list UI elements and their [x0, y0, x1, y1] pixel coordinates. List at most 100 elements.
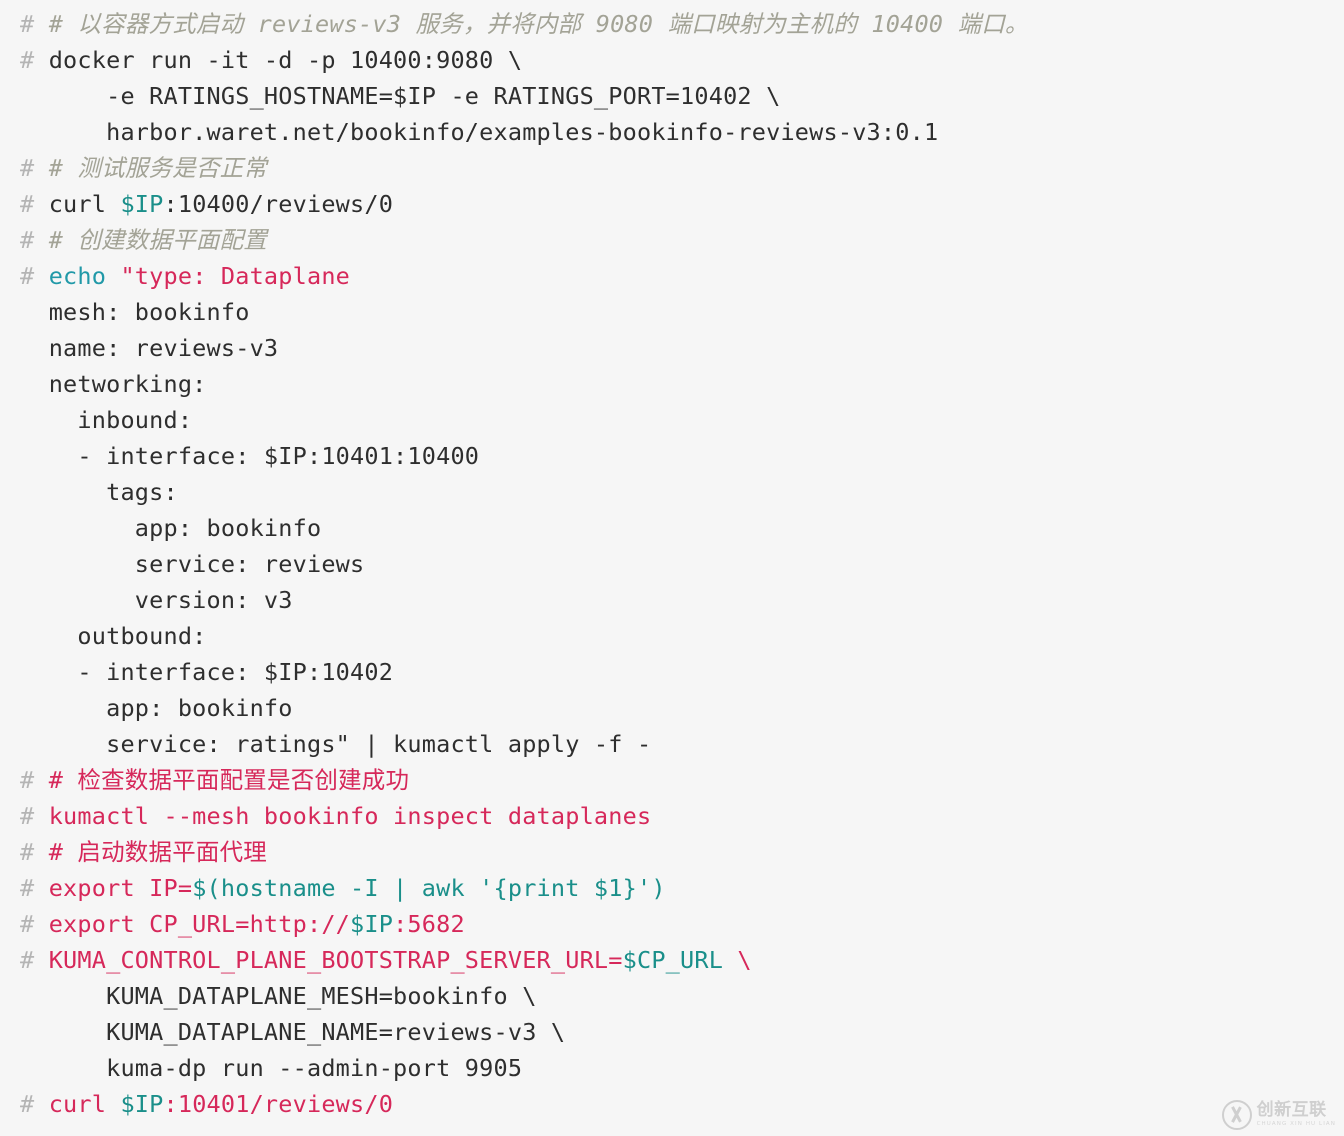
line-indent-spacer [20, 406, 49, 434]
code-line: kuma-dp run --admin-port 9905 [0, 1050, 1344, 1086]
line-indent-spacer [20, 982, 49, 1010]
code-token-cmd: export CP_URL=http:// [48, 910, 351, 938]
code-token-plain: -e RATINGS_HOSTNAME=$IP -e RATINGS_PORT=… [48, 82, 781, 110]
code-token-plain: curl [48, 190, 121, 218]
code-token-plain: docker run -it -d -p 10400:9080 \ [48, 46, 523, 74]
line-indent-spacer [20, 514, 49, 542]
line-indent-spacer [20, 118, 49, 146]
shell-prompt-symbol: # [20, 226, 49, 254]
code-line: # echo "type: Dataplane [0, 258, 1344, 294]
code-token-cmd: export IP= [48, 874, 193, 902]
shell-prompt-symbol: # [20, 10, 49, 38]
code-line: # kumactl --mesh bookinfo inspect datapl… [0, 798, 1344, 834]
line-indent-spacer [20, 442, 49, 470]
code-line: name: reviews-v3 [0, 330, 1344, 366]
code-line: # export IP=$(hostname -I | awk '{print … [0, 870, 1344, 906]
code-token-plain: KUMA_DATAPLANE_MESH=bookinfo \ [48, 982, 537, 1010]
code-token-plain: service: reviews [48, 550, 365, 578]
shell-prompt-symbol: # [20, 766, 49, 794]
line-indent-spacer [20, 730, 49, 758]
code-line: # export CP_URL=http://$IP:5682 [0, 906, 1344, 942]
code-line: # curl $IP:10401/reviews/0 [0, 1086, 1344, 1122]
code-token-plain: KUMA_DATAPLANE_NAME=reviews-v3 \ [48, 1018, 566, 1046]
code-token-var: $IP [350, 910, 394, 938]
line-indent-spacer [20, 298, 49, 326]
code-token-var: $CP_URL [622, 946, 724, 974]
line-indent-spacer [20, 694, 49, 722]
shell-prompt-symbol: # [20, 190, 49, 218]
line-indent-spacer [20, 370, 49, 398]
code-token-plain: kuma-dp run --admin-port 9905 [48, 1054, 523, 1082]
code-line: KUMA_DATAPLANE_MESH=bookinfo \ [0, 978, 1344, 1014]
code-line: - interface: $IP:10402 [0, 654, 1344, 690]
watermark-en-label: CHUANG XIN HU LIAN [1256, 1121, 1336, 1128]
code-token-plain: - interface: $IP:10401:10400 [48, 442, 480, 470]
shell-prompt-symbol: # [20, 46, 49, 74]
code-line: # KUMA_CONTROL_PLANE_BOOTSTRAP_SERVER_UR… [0, 942, 1344, 978]
watermark-logo-icon [1221, 1100, 1252, 1130]
line-indent-spacer [20, 622, 49, 650]
line-indent-spacer [20, 586, 49, 614]
line-indent-spacer [20, 478, 49, 506]
code-line: service: reviews [0, 546, 1344, 582]
shell-prompt-symbol: # [20, 838, 49, 866]
code-line: outbound: [0, 618, 1344, 654]
code-line: tags: [0, 474, 1344, 510]
shell-prompt-symbol: # [20, 802, 49, 830]
code-block: # # 以容器方式启动 reviews-v3 服务，并将内部 9080 端口映射… [0, 0, 1344, 1136]
code-line: inbound: [0, 402, 1344, 438]
code-line: # curl $IP:10400/reviews/0 [0, 186, 1344, 222]
line-indent-spacer [20, 334, 49, 362]
code-token-cmd: # 启动数据平面代理 [48, 838, 267, 866]
code-token-plain: mesh: bookinfo [48, 298, 250, 326]
code-token-comment: # 创建数据平面配置 [48, 226, 267, 254]
code-line: - interface: $IP:10401:10400 [0, 438, 1344, 474]
line-indent-spacer [20, 1054, 49, 1082]
code-token-var: $(hostname -I | awk '{print $1}') [192, 874, 666, 902]
code-line: KUMA_DATAPLANE_NAME=reviews-v3 \ [0, 1014, 1344, 1050]
code-line: -e RATINGS_HOSTNAME=$IP -e RATINGS_PORT=… [0, 78, 1344, 114]
code-token-cmd: :5682 [393, 910, 465, 938]
code-line: # # 创建数据平面配置 [0, 222, 1344, 258]
code-line: # # 检查数据平面配置是否创建成功 [0, 762, 1344, 798]
code-token-var: $IP [120, 190, 164, 218]
code-token-plain: harbor.waret.net/bookinfo/examples-booki… [48, 118, 939, 146]
code-token-comment: # 测试服务是否正常 [48, 154, 267, 182]
code-line: app: bookinfo [0, 510, 1344, 546]
line-indent-spacer [20, 82, 49, 110]
code-line: # # 启动数据平面代理 [0, 834, 1344, 870]
code-line: harbor.waret.net/bookinfo/examples-booki… [0, 114, 1344, 150]
code-token-plain: inbound: [48, 406, 193, 434]
code-token-cmd: \ [723, 946, 752, 974]
code-token-plain: version: v3 [48, 586, 293, 614]
code-line: service: ratings" | kumactl apply -f - [0, 726, 1344, 762]
code-token-kw: echo [48, 262, 121, 290]
code-line: app: bookinfo [0, 690, 1344, 726]
code-line: networking: [0, 366, 1344, 402]
code-token-plain: tags: [48, 478, 178, 506]
shell-prompt-symbol: # [20, 910, 49, 938]
shell-prompt-symbol: # [20, 1090, 49, 1118]
code-token-str: "type: Dataplane [120, 262, 351, 290]
watermark-text: 创新互联 CHUANG XIN HU LIAN [1257, 1102, 1336, 1128]
code-token-plain: app: bookinfo [48, 694, 293, 722]
code-token-cmd: curl [48, 1090, 121, 1118]
code-line: # # 以容器方式启动 reviews-v3 服务，并将内部 9080 端口映射… [0, 6, 1344, 42]
code-line: mesh: bookinfo [0, 294, 1344, 330]
watermark-cn-label: 创新互联 [1256, 1100, 1327, 1121]
code-token-comment: # 以容器方式启动 reviews-v3 服务，并将内部 9080 端口映射为主… [48, 10, 1029, 38]
code-lines-container[interactable]: # # 以容器方式启动 reviews-v3 服务，并将内部 9080 端口映射… [0, 6, 1344, 1122]
code-token-plain: :10400/reviews/0 [163, 190, 394, 218]
code-token-plain: service: ratings" | kumactl apply -f - [48, 730, 652, 758]
code-token-var: $IP [120, 1090, 164, 1118]
shell-prompt-symbol: # [20, 946, 49, 974]
code-token-cmd: KUMA_CONTROL_PLANE_BOOTSTRAP_SERVER_URL= [48, 946, 623, 974]
shell-prompt-symbol: # [20, 262, 49, 290]
code-line: version: v3 [0, 582, 1344, 618]
line-indent-spacer [20, 1018, 49, 1046]
line-indent-spacer [20, 550, 49, 578]
code-line: # # 测试服务是否正常 [0, 150, 1344, 186]
watermark: 创新互联 CHUANG XIN HU LIAN [1221, 1100, 1336, 1130]
line-indent-spacer [20, 658, 49, 686]
code-token-plain: outbound: [48, 622, 207, 650]
